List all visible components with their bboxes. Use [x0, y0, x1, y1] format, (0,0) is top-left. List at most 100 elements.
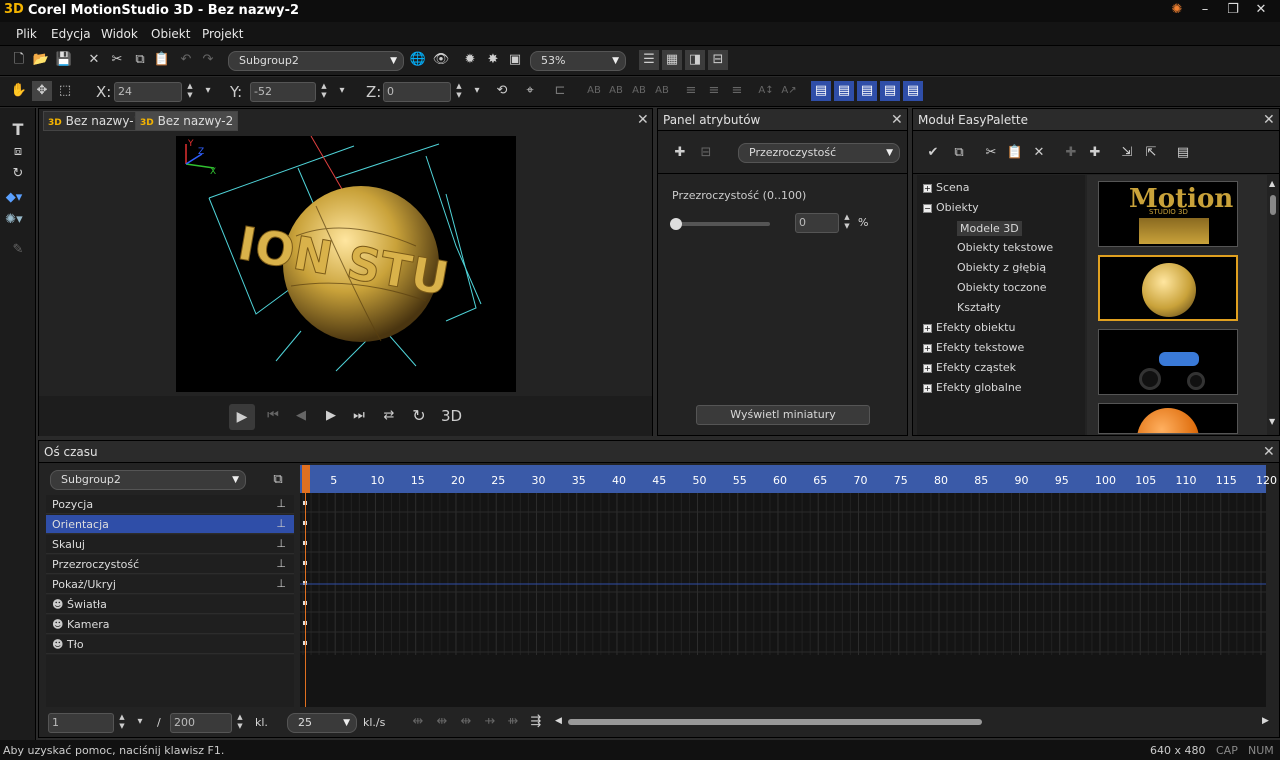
timeline-row[interactable]: Skaluj ⊥	[46, 535, 294, 554]
tree-item[interactable]: + Efekty tekstowe	[923, 341, 1024, 354]
layout-1-icon[interactable]: ☰	[639, 50, 659, 70]
fps-select[interactable]: 25 ▼	[287, 713, 357, 733]
layout-3-icon[interactable]: ◨	[685, 50, 705, 70]
restore-icon[interactable]: ❐	[1222, 2, 1244, 20]
pin-icon[interactable]: ⊥	[276, 577, 286, 590]
ep-add-2-icon[interactable]: ✚	[1085, 143, 1105, 163]
repeat-icon[interactable]: ↻	[409, 406, 429, 426]
frame-dropdown-icon[interactable]: ▾	[130, 712, 150, 732]
attribute-select[interactable]: Przezroczystość ▼	[738, 143, 900, 163]
tree-expander-icon[interactable]: +	[923, 344, 932, 353]
tree-item[interactable]: Modele 3D	[957, 221, 1022, 236]
redo-icon[interactable]: ↷	[198, 50, 218, 70]
tree-expander-icon[interactable]: +	[923, 324, 932, 333]
layer-4-icon[interactable]: ▤	[880, 81, 900, 101]
tree-expander-icon[interactable]: +	[923, 184, 932, 193]
delete-icon[interactable]: ✕	[84, 50, 104, 70]
timeline-row[interactable]: ☻ Tło	[46, 635, 294, 654]
last-frame-icon[interactable]: ⏭	[349, 406, 369, 426]
layout-4-icon[interactable]: ⊟	[708, 50, 728, 70]
copy-icon[interactable]: ⧉	[130, 50, 150, 70]
hscroll-right-icon[interactable]: ▶	[1262, 716, 1269, 726]
thumbnail-motion-studio[interactable]: Motion STUDIO 3D	[1098, 181, 1238, 247]
z-field[interactable]: 0	[383, 82, 451, 102]
layer-3-icon[interactable]: ▤	[857, 81, 877, 101]
easypalette-close-icon[interactable]: ✕	[1263, 112, 1275, 128]
ep-delete-icon[interactable]: ✕	[1029, 143, 1049, 163]
timeline-close-icon[interactable]: ✕	[1263, 444, 1275, 460]
x-field[interactable]: 24	[114, 82, 182, 102]
minimize-icon[interactable]: –	[1194, 2, 1216, 20]
menu-edycja[interactable]: Edycja	[51, 27, 91, 41]
tree-expander-icon[interactable]: −	[923, 204, 932, 213]
text-direction-icon[interactable]: A↕	[756, 81, 776, 101]
tree-item[interactable]: Obiekty tekstowe	[957, 241, 1053, 254]
apply-icon[interactable]: ✔	[923, 143, 943, 163]
pin-icon[interactable]: ⊥	[276, 537, 286, 550]
doc-tab-2[interactable]: 3D Bez nazwy-2	[135, 111, 239, 131]
text-size-icon[interactable]: A↗	[779, 81, 799, 101]
align-right-icon[interactable]: ≡	[727, 81, 747, 101]
tree-item[interactable]: + Efekty globalne	[923, 381, 1022, 394]
export-icon[interactable]: ⇱	[1141, 143, 1161, 163]
tree-item[interactable]: Obiekty toczone	[957, 281, 1047, 294]
particle-tool-icon[interactable]: ✺▾	[4, 210, 24, 230]
opacity-field[interactable]: 0	[795, 213, 839, 233]
timeline-row[interactable]: Orientacja ⊥	[46, 515, 294, 534]
tree-item[interactable]: Obiekty z głębią	[957, 261, 1046, 274]
z-spinner[interactable]: ▲ ▼	[453, 82, 465, 102]
timeline-group-select[interactable]: Subgroup2 ▼	[50, 470, 246, 490]
play-icon[interactable]: ▶	[229, 404, 255, 430]
tree-item[interactable]: + Efekty cząstek	[923, 361, 1016, 374]
scene-canvas[interactable]: ION STU Y Z X	[176, 136, 516, 392]
x-dropdown-icon[interactable]: ▾	[198, 81, 218, 101]
x-spinner[interactable]: ▲ ▼	[184, 82, 196, 102]
open-icon[interactable]: 📂	[31, 50, 51, 70]
thumbnail-tricycle[interactable]	[1098, 329, 1238, 395]
key-4-icon[interactable]: ⇸	[480, 712, 500, 732]
ep-paste-icon[interactable]: 📋	[1005, 143, 1025, 163]
frame-spinner[interactable]: ▲ ▼	[116, 713, 128, 733]
doc-tab-1[interactable]: 3D Bez nazwy-1	[43, 111, 147, 131]
light-2-icon[interactable]: ✸	[483, 50, 503, 70]
pin-icon[interactable]: ⊥	[276, 497, 286, 510]
ep-add-icon[interactable]: ✚	[1061, 143, 1081, 163]
text-ab-1-icon[interactable]: AB	[584, 81, 604, 101]
y-field[interactable]: -52	[250, 82, 316, 102]
zoom-select[interactable]: 53% ▼	[530, 51, 626, 71]
next-frame-icon[interactable]: ▶	[321, 406, 341, 426]
duplicate-icon[interactable]: ⧉	[949, 143, 969, 163]
layer-2-icon[interactable]: ▤	[834, 81, 854, 101]
menu-projekt[interactable]: Projekt	[202, 27, 243, 41]
show-thumbnails-button[interactable]: Wyświetl miniatury	[696, 405, 870, 425]
viewport-close-icon[interactable]: ✕	[637, 112, 649, 128]
undo-icon[interactable]: ↶	[176, 50, 196, 70]
tree-item[interactable]: − Obiekty	[923, 201, 979, 214]
lathe-tool-icon[interactable]: ↻	[8, 164, 28, 184]
thumb-scrollbar[interactable]: ▲ ▼	[1269, 179, 1277, 429]
group-select[interactable]: Subgroup2 ▼	[228, 51, 404, 71]
extrude-tool-icon[interactable]: ⧈	[8, 142, 28, 162]
light-icon[interactable]: ✹	[460, 50, 480, 70]
ep-cut-icon[interactable]: ✂	[981, 143, 1001, 163]
camera-icon[interactable]: ▣	[505, 50, 525, 70]
new-file-icon[interactable]: 🗋	[9, 50, 29, 70]
total-frames-field[interactable]: 200	[170, 713, 232, 733]
app-badge-icon[interactable]: ✺	[1166, 2, 1188, 20]
layer-1-icon[interactable]: ▤	[811, 81, 831, 101]
layer-5-icon[interactable]: ▤	[903, 81, 923, 101]
library-icon[interactable]: ▤	[1173, 143, 1193, 163]
menu-plik[interactable]: Plik	[16, 27, 37, 41]
timeline-row[interactable]: ☻ Kamera	[46, 615, 294, 634]
key-2-icon[interactable]: ⇹	[432, 712, 452, 732]
align-center-icon[interactable]: ≡	[704, 81, 724, 101]
prev-frame-icon[interactable]: ◀	[291, 406, 311, 426]
paste-icon[interactable]: 📋	[152, 50, 172, 70]
hand-icon[interactable]: ✋	[9, 81, 29, 101]
position-icon[interactable]: ⌖	[520, 81, 540, 101]
text-tool-icon[interactable]: T	[8, 120, 28, 140]
move-icon[interactable]: ✥	[32, 81, 52, 101]
y-spinner[interactable]: ▲ ▼	[318, 82, 330, 102]
3d-toggle[interactable]: 3D	[441, 407, 462, 425]
text-ab-3-icon[interactable]: AB	[629, 81, 649, 101]
